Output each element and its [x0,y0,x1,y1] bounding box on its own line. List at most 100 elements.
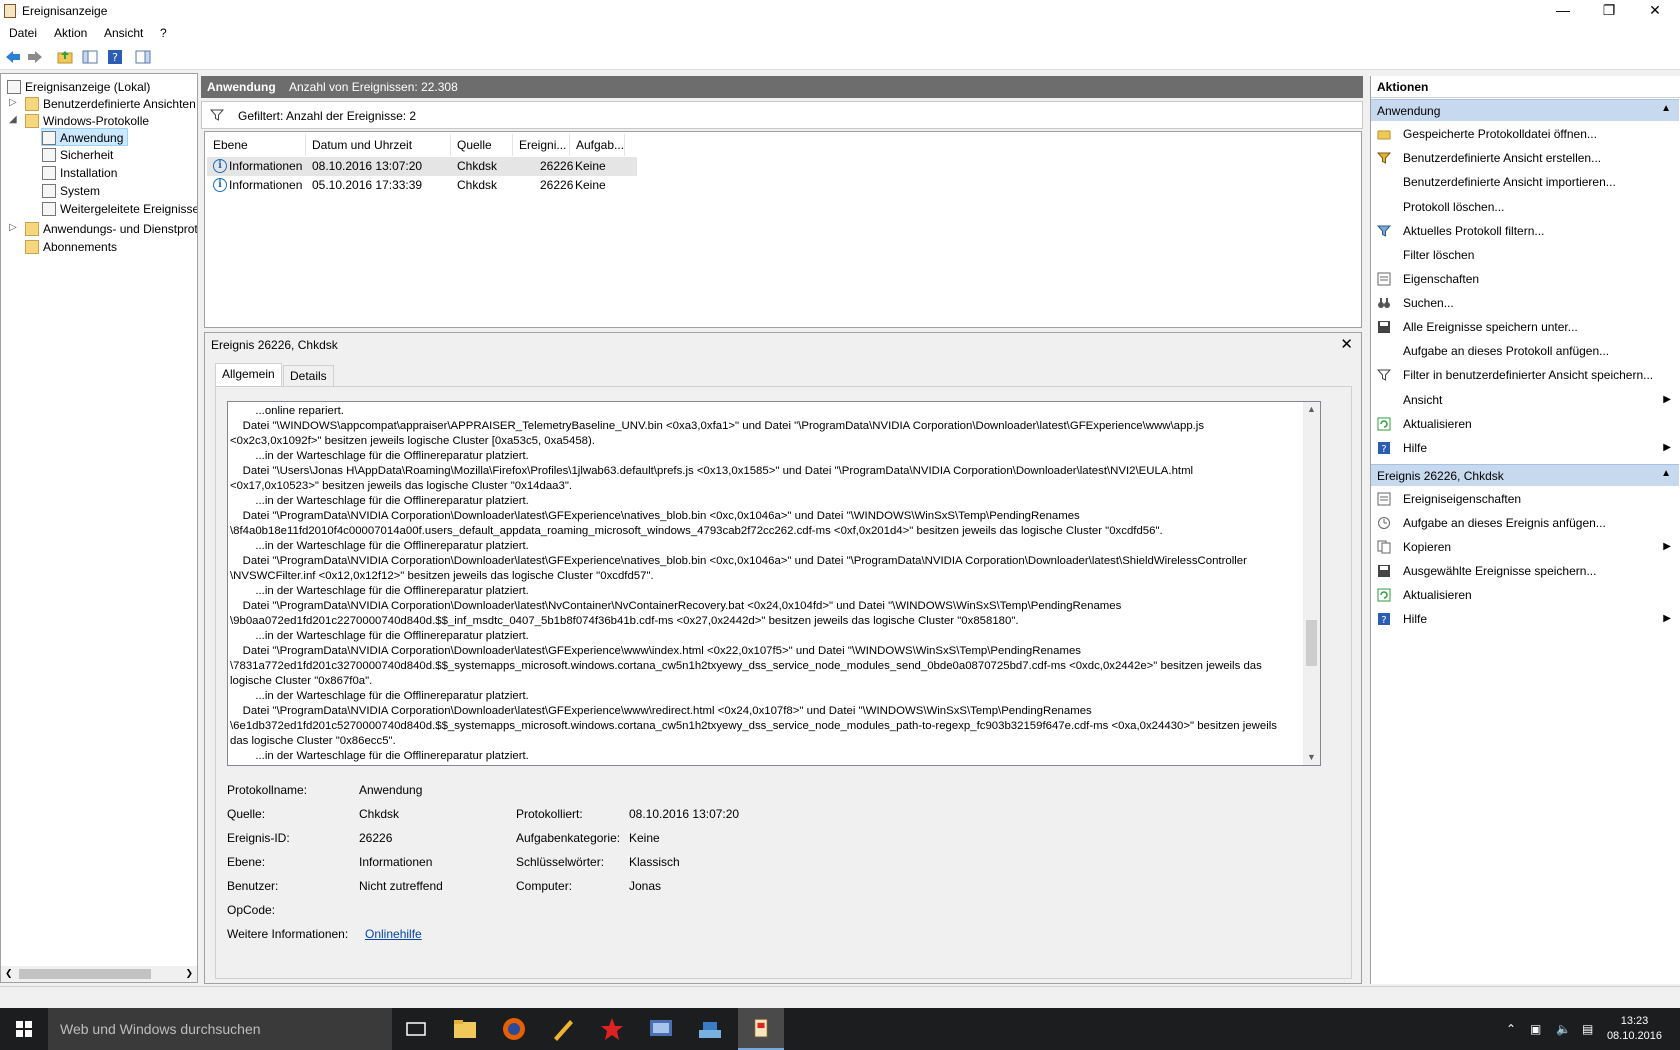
file-explorer-icon[interactable] [448,1012,482,1046]
properties-icon [1377,272,1391,286]
up-folder-icon[interactable] [56,48,74,66]
column-header-quelle[interactable]: Quelle [451,134,513,156]
actions-section-event[interactable]: Ereignis 26226, Chkdsk ▲ [1371,464,1679,486]
firefox-icon[interactable] [497,1012,531,1046]
value-protokolliert: 08.10.2016 13:07:20 [629,807,740,821]
restore-button[interactable]: ❐ [1586,0,1632,22]
help-icon[interactable]: ? [106,48,124,66]
action-save-all-events[interactable]: Alle Ereignisse speichern unter... [1371,316,1679,338]
network-icon[interactable]: ▣ [1530,1022,1541,1036]
clock-time: 13:23 [1620,1015,1649,1027]
expand-arrow-icon[interactable]: ▷ [9,97,19,108]
pencil-app-icon[interactable] [546,1012,580,1046]
tree-item-forwarded-events[interactable]: Weitergeleitete Ereignisse [42,200,197,218]
action-open-saved-log[interactable]: Gespeicherte Protokolldatei öffnen... [1371,123,1679,145]
collapse-arrow-icon[interactable]: ◢ [9,114,19,125]
network-app-icon[interactable] [644,1012,678,1046]
notifications-icon[interactable]: ▤ [1582,1022,1593,1036]
back-icon[interactable] [4,48,22,66]
action-clear-log[interactable]: Protokoll löschen... [1371,196,1679,218]
actions-section-anwendung[interactable]: Anwendung ▲ [1371,99,1679,121]
red-app-icon[interactable] [595,1012,629,1046]
show-hide-action-icon[interactable] [134,48,152,66]
tree-item-installation[interactable]: Installation [42,164,117,182]
taskbar-clock[interactable]: 13:23 08.10.2016 [1607,1014,1662,1044]
horizontal-scrollbar[interactable]: ❮ ❯ [1,966,197,982]
taskbar-event-viewer-active[interactable] [738,1008,784,1050]
tab-allgemein[interactable]: Allgemein [215,363,282,387]
tree-item-custom-views[interactable]: Benutzerdefinierte Ansichten [25,95,196,113]
action-copy[interactable]: Kopieren ▶ [1371,536,1679,558]
expand-arrow-icon[interactable]: ▷ [9,222,19,233]
action-properties[interactable]: Eigenschaften [1371,268,1679,290]
menu-help[interactable]: ? [160,26,167,40]
action-filter-log[interactable]: Aktuelles Protokoll filtern... [1371,220,1679,242]
task-view-icon[interactable] [399,1012,433,1046]
tree-item-anwendung[interactable]: Anwendung [41,128,129,146]
action-find[interactable]: Suchen... [1371,292,1679,314]
tree-item-app-service-logs[interactable]: Anwendungs- und Dienstprotokolle [25,220,197,238]
onlinehilfe-link[interactable]: Onlinehilfe [365,927,422,941]
refresh-icon [1377,417,1391,431]
tree-item-subscriptions[interactable]: Abonnements [25,238,117,256]
windows-start-icon[interactable] [0,1008,48,1050]
collapse-icon[interactable]: ▲ [1661,103,1671,114]
scroll-right-icon[interactable]: ❯ [185,968,193,979]
action-view[interactable]: Ansicht ▶ [1371,389,1679,411]
svg-text:?: ? [112,51,118,64]
table-row[interactable]: i Informationen 08.10.2016 13:07:20 Chkd… [207,157,637,176]
description-box[interactable]: ...online repariert. Datei "\WINDOWS\app… [227,401,1321,766]
close-icon[interactable]: ✕ [1340,335,1353,353]
volume-icon[interactable]: 🔈 [1556,1022,1571,1036]
tree-item-sicherheit[interactable]: Sicherheit [42,146,113,164]
filter-icon [1377,225,1391,237]
action-refresh[interactable]: Aktualisieren [1371,413,1679,435]
tree-item-system[interactable]: System [42,182,100,200]
column-header-ebene[interactable]: Ebene [207,134,306,156]
section-title: Ereignis 26226, Chkdsk [1377,469,1504,483]
column-header-datum[interactable]: Datum und Uhrzeit [306,134,451,156]
action-refresh-event[interactable]: Aktualisieren [1371,584,1679,606]
forward-icon[interactable] [26,48,44,66]
close-button[interactable]: ✕ [1632,0,1678,22]
tree-root[interactable]: Ereignisanzeige (Lokal) [7,78,150,96]
menu-datei[interactable]: Datei [9,26,37,40]
cell-aufgabe: Keine [575,159,606,173]
chevron-up-icon[interactable]: ⌃ [1506,1022,1516,1036]
scroll-down-icon[interactable]: ▼ [1307,752,1316,762]
drive-app-icon[interactable] [693,1012,727,1046]
event-count: Anzahl von Ereignissen: 22.308 [289,80,458,94]
scroll-left-icon[interactable]: ❮ [5,968,13,979]
show-hide-tree-icon[interactable] [81,48,99,66]
action-create-custom-view[interactable]: Benutzerdefinierte Ansicht erstellen... [1371,147,1679,169]
scroll-up-icon[interactable]: ▲ [1307,404,1316,414]
menu-ansicht[interactable]: Ansicht [104,26,143,40]
action-event-properties[interactable]: Ereigniseigenschaften [1371,488,1679,510]
taskbar-search-input[interactable]: Web und Windows durchsuchen [48,1008,392,1050]
table-row[interactable]: i Informationen 05.10.2016 17:33:39 Chkd… [207,176,637,195]
log-header: Anwendung Anzahl von Ereignissen: 22.308 [201,76,1363,98]
refresh-icon [1377,588,1391,602]
value-aufgabenkategorie: Keine [629,831,660,845]
open-folder-icon [1377,130,1391,140]
log-icon [42,166,56,180]
collapse-icon[interactable]: ▲ [1661,468,1671,479]
action-help[interactable]: ? Hilfe ▶ [1371,437,1679,459]
tab-details[interactable]: Details [283,365,334,387]
scroll-thumb[interactable] [19,969,151,979]
vertical-scrollbar[interactable]: ▲ ▼ [1303,402,1320,765]
binoculars-icon [1378,298,1390,308]
scroll-thumb[interactable] [1306,620,1317,666]
column-header-ereignis-id[interactable]: Ereigni... [513,134,570,156]
action-help-event[interactable]: ? Hilfe ▶ [1371,608,1679,630]
menu-aktion[interactable]: Aktion [54,26,87,40]
action-save-filter-custom-view[interactable]: Filter in benutzerdefinierter Ansicht sp… [1371,364,1679,386]
action-attach-task-event[interactable]: Aufgabe an dieses Ereignis anfügen... [1371,512,1679,534]
action-import-custom-view[interactable]: Benutzerdefinierte Ansicht importieren..… [1371,171,1679,193]
minimize-button[interactable]: — [1540,0,1586,22]
action-clear-filter[interactable]: Filter löschen [1371,244,1679,266]
action-save-selected-events[interactable]: Ausgewählte Ereignisse speichern... [1371,560,1679,582]
action-attach-task-log[interactable]: Aufgabe an dieses Protokoll anfügen... [1371,340,1679,362]
column-header-aufgabe[interactable]: Aufgab... [570,134,625,156]
task-icon [1378,517,1390,529]
